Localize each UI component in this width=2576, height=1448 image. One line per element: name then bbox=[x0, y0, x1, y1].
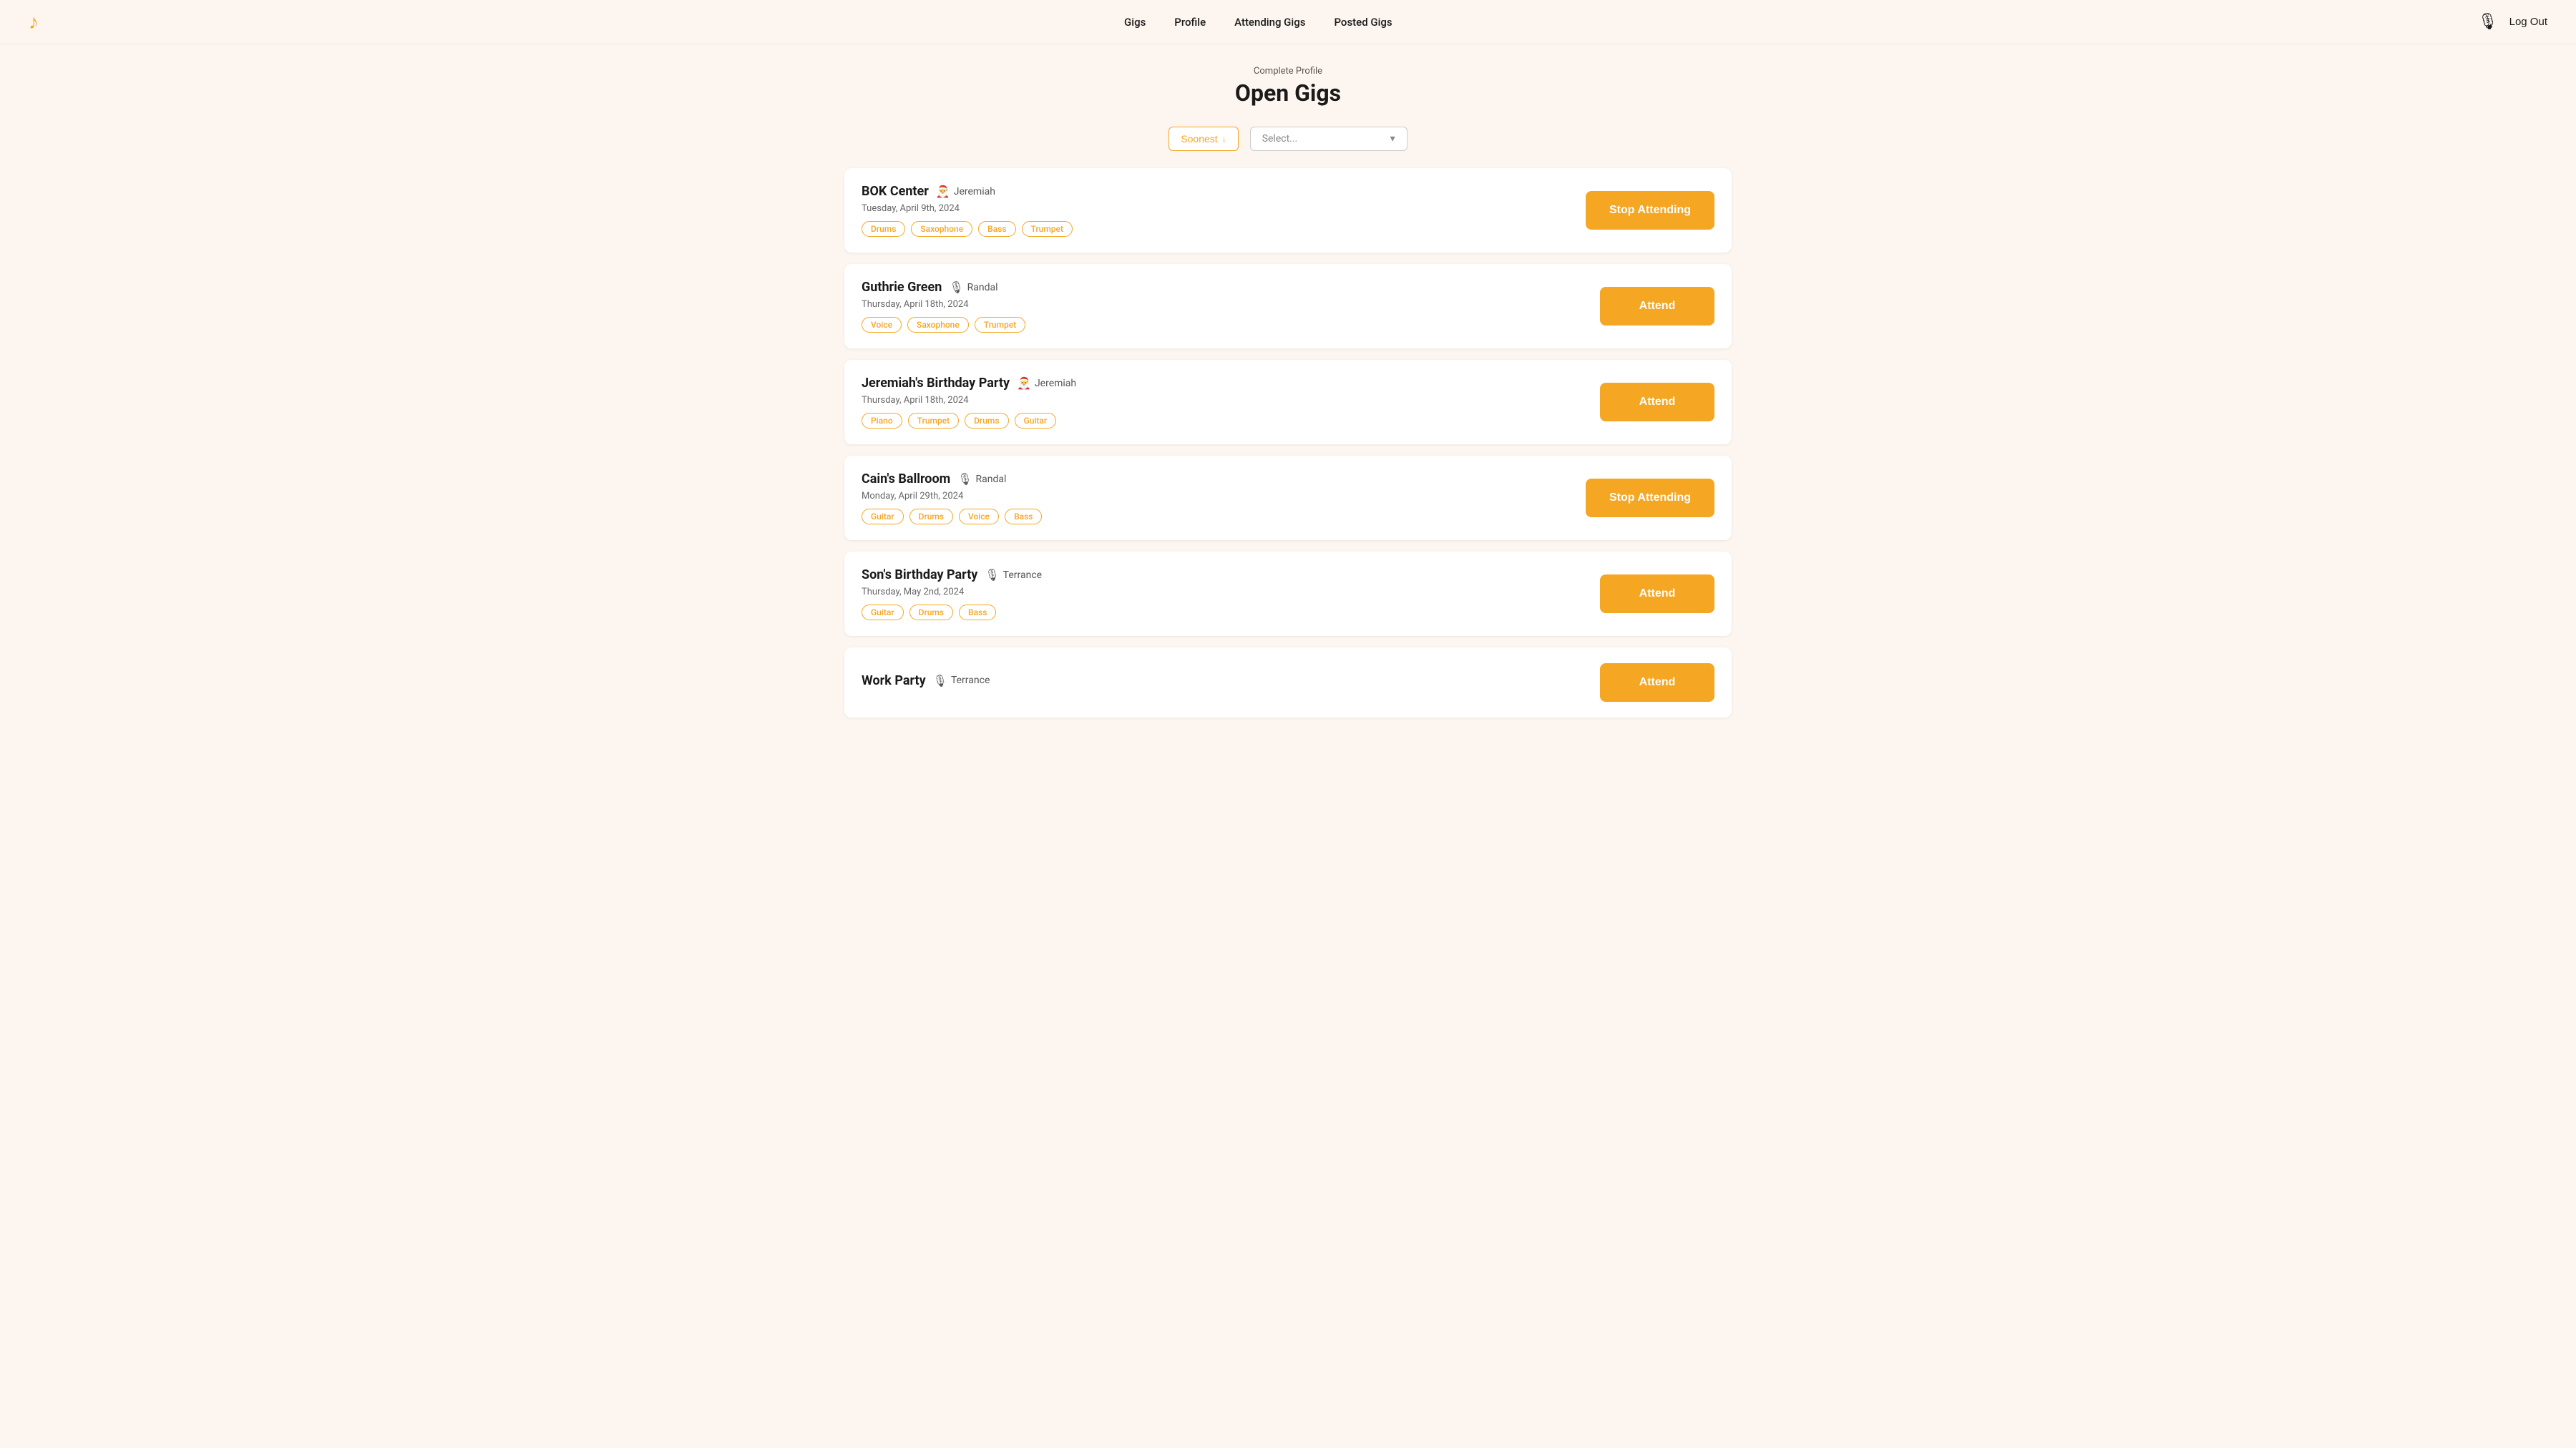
attend-button[interactable]: Attend bbox=[1600, 383, 1714, 421]
gig-title-row: BOK Center 🎅 Jeremiah bbox=[862, 184, 1586, 199]
gig-card: Cain's Ballroom 🎙 Randal Monday, April 2… bbox=[844, 456, 1732, 540]
host-avatar-icon: 🎅 bbox=[936, 185, 950, 198]
attend-button[interactable]: Attend bbox=[1600, 663, 1714, 702]
host-avatar-icon: 🎙 bbox=[949, 280, 963, 294]
gig-title: Guthrie Green bbox=[862, 280, 942, 295]
instrument-tag: Drums bbox=[909, 605, 953, 620]
instrument-tag: Voice bbox=[959, 509, 999, 524]
instrument-tag: Drums bbox=[965, 413, 1008, 429]
gig-date: Monday, April 29th, 2024 bbox=[862, 491, 1586, 502]
gig-tags: Guitar Drums Bass bbox=[862, 605, 1600, 620]
page-title: Open Gigs bbox=[14, 79, 2562, 107]
gig-date: Thursday, April 18th, 2024 bbox=[862, 299, 1600, 310]
gig-title: Work Party bbox=[862, 673, 926, 688]
gig-card: Jeremiah's Birthday Party 🎅 Jeremiah Thu… bbox=[844, 360, 1732, 444]
gig-host: 🎙 Randal bbox=[957, 472, 1006, 486]
gig-title: Son's Birthday Party bbox=[862, 567, 977, 582]
instrument-tag: Trumpet bbox=[975, 317, 1025, 333]
gig-host: 🎙 Terrance bbox=[985, 568, 1042, 582]
instrument-tag: Guitar bbox=[1015, 413, 1057, 429]
stop-attending-button[interactable]: Stop Attending bbox=[1586, 479, 1714, 517]
gig-card: Son's Birthday Party 🎙 Terrance Thursday… bbox=[844, 552, 1732, 636]
host-name: Randal bbox=[967, 282, 998, 293]
nav-right: 🎙 Log Out bbox=[2478, 13, 2547, 31]
nav-attending-gigs[interactable]: Attending Gigs bbox=[1234, 16, 1305, 29]
instrument-tag: Trumpet bbox=[1022, 221, 1073, 237]
gig-host: 🎙 Terrance bbox=[933, 674, 990, 688]
gig-date: Tuesday, April 9th, 2024 bbox=[862, 203, 1586, 214]
gig-card: Work Party 🎙 Terrance Attend bbox=[844, 647, 1732, 718]
instrument-tag: Drums bbox=[909, 509, 953, 524]
host-name: Jeremiah bbox=[954, 186, 995, 197]
host-name: Terrance bbox=[1003, 569, 1042, 581]
gig-title-row: Guthrie Green 🎙 Randal bbox=[862, 280, 1600, 295]
sort-label: Soonest bbox=[1181, 133, 1217, 145]
gig-info: Cain's Ballroom 🎙 Randal Monday, April 2… bbox=[862, 471, 1586, 524]
instrument-tag: Bass bbox=[978, 221, 1015, 237]
instrument-tag: Bass bbox=[959, 605, 996, 620]
host-name: Jeremiah bbox=[1035, 378, 1076, 389]
gig-card: Guthrie Green 🎙 Randal Thursday, April 1… bbox=[844, 264, 1732, 348]
instrument-tag: Trumpet bbox=[908, 413, 959, 429]
nav-links: Gigs Profile Attending Gigs Posted Gigs bbox=[1124, 15, 1392, 29]
host-avatar-icon: 🎅 bbox=[1017, 376, 1031, 390]
instrument-filter[interactable]: Select... ▾ bbox=[1250, 127, 1407, 151]
instrument-tag: Saxophone bbox=[907, 317, 969, 333]
host-name: Terrance bbox=[951, 675, 990, 686]
gig-tags: Drums Saxophone Bass Trumpet bbox=[862, 221, 1586, 237]
nav-profile[interactable]: Profile bbox=[1174, 16, 1206, 29]
instrument-tag: Guitar bbox=[862, 605, 904, 620]
sort-button[interactable]: Soonest ↓ bbox=[1169, 127, 1238, 151]
instrument-tag: Drums bbox=[862, 221, 905, 237]
nav-gigs[interactable]: Gigs bbox=[1124, 16, 1146, 29]
gig-title-row: Work Party 🎙 Terrance bbox=[862, 673, 1600, 688]
host-avatar-icon: 🎙 bbox=[957, 472, 972, 486]
attend-button[interactable]: Attend bbox=[1600, 574, 1714, 613]
gig-info: BOK Center 🎅 Jeremiah Tuesday, April 9th… bbox=[862, 184, 1586, 237]
page-header: Complete Profile Open Gigs bbox=[0, 44, 2576, 118]
instrument-tag: Piano bbox=[862, 413, 902, 429]
host-avatar-icon: 🎙 bbox=[985, 568, 999, 582]
gig-info: Guthrie Green 🎙 Randal Thursday, April 1… bbox=[862, 280, 1600, 333]
gigs-list: BOK Center 🎅 Jeremiah Tuesday, April 9th… bbox=[816, 168, 1760, 746]
gig-date: Thursday, April 18th, 2024 bbox=[862, 395, 1600, 406]
instrument-tag: Voice bbox=[862, 317, 902, 333]
gig-tags: Voice Saxophone Trumpet bbox=[862, 317, 1600, 333]
logout-button[interactable]: Log Out bbox=[2509, 16, 2547, 28]
host-name: Randal bbox=[976, 474, 1007, 485]
attend-button[interactable]: Attend bbox=[1600, 287, 1714, 326]
user-avatar-icon: 🎙 bbox=[2478, 13, 2498, 31]
gig-host: 🎅 Jeremiah bbox=[936, 185, 995, 198]
sort-arrow-icon: ↓ bbox=[1222, 134, 1226, 144]
gig-title-row: Jeremiah's Birthday Party 🎅 Jeremiah bbox=[862, 376, 1600, 391]
select-placeholder: Select... bbox=[1262, 133, 1298, 145]
navbar: ♪ Gigs Profile Attending Gigs Posted Gig… bbox=[0, 0, 2576, 44]
gig-host: 🎅 Jeremiah bbox=[1017, 376, 1076, 390]
gig-tags: Guitar Drums Voice Bass bbox=[862, 509, 1586, 524]
gig-title: Cain's Ballroom bbox=[862, 471, 950, 486]
stop-attending-button[interactable]: Stop Attending bbox=[1586, 191, 1714, 230]
instrument-tag: Guitar bbox=[862, 509, 904, 524]
gig-card: BOK Center 🎅 Jeremiah Tuesday, April 9th… bbox=[844, 168, 1732, 253]
gig-host: 🎙 Randal bbox=[949, 280, 997, 294]
gig-info: Work Party 🎙 Terrance bbox=[862, 673, 1600, 693]
gig-title: BOK Center bbox=[862, 184, 929, 199]
page-subtitle: Complete Profile bbox=[14, 66, 2562, 77]
gig-info: Son's Birthday Party 🎙 Terrance Thursday… bbox=[862, 567, 1600, 620]
gig-date: Thursday, May 2nd, 2024 bbox=[862, 587, 1600, 597]
instrument-tag: Saxophone bbox=[911, 221, 972, 237]
select-chevron-icon: ▾ bbox=[1390, 133, 1395, 145]
gig-title-row: Son's Birthday Party 🎙 Terrance bbox=[862, 567, 1600, 582]
filters-row: Soonest ↓ Select... ▾ bbox=[0, 118, 2576, 168]
gig-info: Jeremiah's Birthday Party 🎅 Jeremiah Thu… bbox=[862, 376, 1600, 429]
instrument-tag: Bass bbox=[1005, 509, 1042, 524]
gig-title: Jeremiah's Birthday Party bbox=[862, 376, 1010, 391]
nav-posted-gigs[interactable]: Posted Gigs bbox=[1334, 16, 1392, 29]
gig-title-row: Cain's Ballroom 🎙 Randal bbox=[862, 471, 1586, 486]
gig-tags: Piano Trumpet Drums Guitar bbox=[862, 413, 1600, 429]
logo-icon: ♪ bbox=[29, 10, 39, 34]
host-avatar-icon: 🎙 bbox=[933, 674, 947, 688]
